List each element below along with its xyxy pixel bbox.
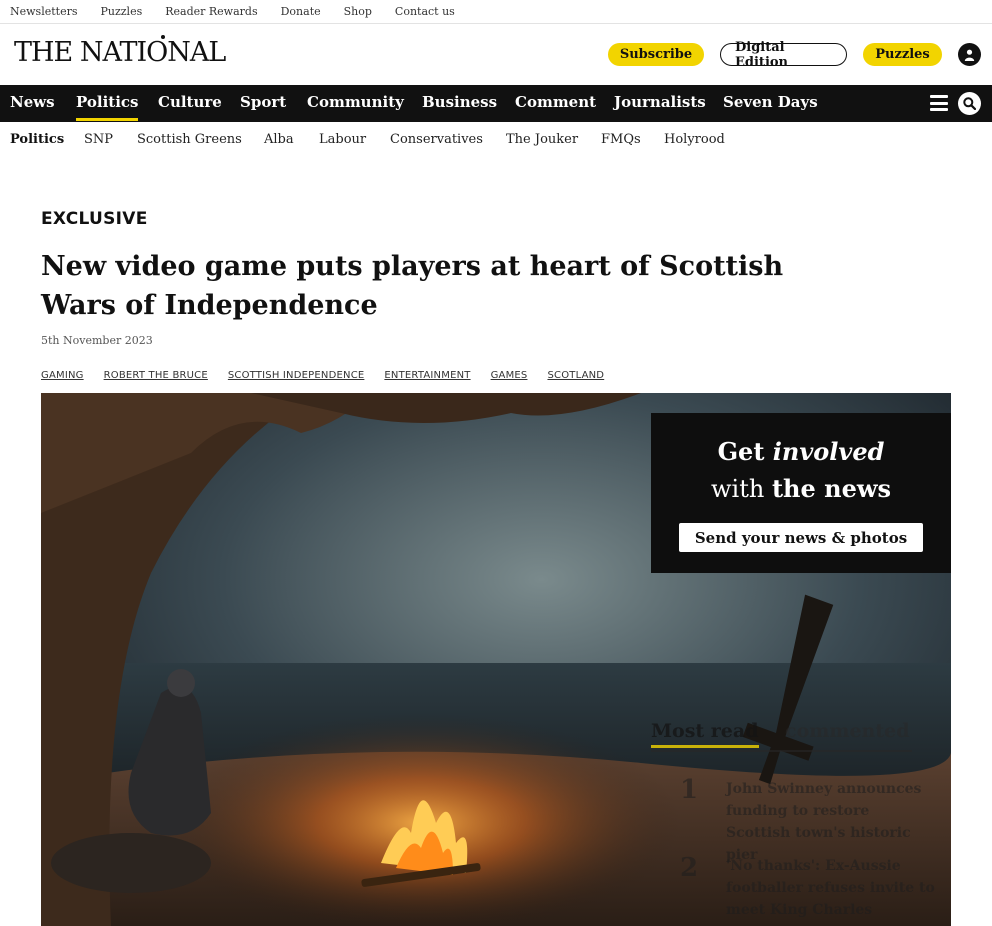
tag-games[interactable]: GAMES: [491, 370, 528, 381]
logo-text: THE NATIONAL: [14, 37, 226, 68]
promo-get: Get: [717, 437, 765, 466]
masthead: THE NATIONAL Subscribe Digital Edition P…: [0, 24, 992, 85]
masthead-actions: Subscribe Digital Edition Puzzles: [608, 40, 942, 70]
nav-item-culture[interactable]: Culture: [158, 93, 222, 111]
utility-link-donate[interactable]: Donate: [281, 5, 321, 18]
subnav-item-alba[interactable]: Alba: [264, 132, 294, 147]
utility-link-contact[interactable]: Contact us: [395, 5, 455, 18]
nav-item-sport[interactable]: Sport: [240, 93, 286, 111]
search-icon: [963, 97, 976, 110]
nav-item-journalists[interactable]: Journalists: [614, 93, 706, 111]
most-read-story-1[interactable]: John Swinney announces funding to restor…: [726, 778, 936, 866]
nav-item-news[interactable]: News: [10, 93, 55, 111]
tag-robert-the-bruce[interactable]: ROBERT THE BRUCE: [104, 370, 208, 381]
subnav-item-the-jouker[interactable]: The Jouker: [506, 132, 578, 147]
thistle-mark-icon: [161, 35, 165, 39]
utility-link-reader-rewards[interactable]: Reader Rewards: [165, 5, 257, 18]
sub-nav: Politics SNP Scottish Greens Alba Labour…: [0, 122, 992, 158]
tab-most-read[interactable]: Most read: [651, 720, 759, 748]
main-nav: News Politics Culture Sport Community Bu…: [0, 85, 992, 122]
site-logo[interactable]: THE NATIONAL: [14, 35, 248, 71]
menu-icon[interactable]: [930, 95, 948, 111]
tag-scotland[interactable]: SCOTLAND: [547, 370, 604, 381]
article-date: 5th November 2023: [41, 334, 153, 347]
nav-item-politics[interactable]: Politics: [76, 93, 139, 121]
search-button[interactable]: [958, 92, 981, 115]
digital-edition-button[interactable]: Digital Edition: [720, 40, 847, 70]
tag-scottish-independence[interactable]: SCOTTISH INDEPENDENCE: [228, 370, 365, 381]
subnav-item-labour[interactable]: Labour: [319, 132, 366, 147]
user-icon: [964, 49, 975, 61]
utility-bar: Newsletters Puzzles Reader Rewards Donat…: [0, 0, 992, 24]
subscribe-button[interactable]: Subscribe: [608, 43, 704, 66]
nav-item-comment[interactable]: Comment: [515, 93, 596, 111]
subnav-item-fmqs[interactable]: FMQs: [601, 132, 641, 147]
utility-link-shop[interactable]: Shop: [344, 5, 372, 18]
promo-involved: involved: [772, 437, 885, 466]
subnav-item-snp[interactable]: SNP: [84, 132, 113, 147]
tab-most-commented[interactable]: commented: [785, 720, 910, 742]
subnav-item-politics[interactable]: Politics: [10, 132, 64, 147]
promo-line-1: Get involved: [651, 437, 951, 466]
nav-item-business[interactable]: Business: [422, 93, 497, 111]
utility-link-puzzles[interactable]: Puzzles: [100, 5, 142, 18]
most-read-rank-1: 1: [680, 775, 699, 805]
most-read-tabs: Most read commented: [651, 720, 912, 752]
user-account-button[interactable]: [958, 43, 981, 66]
utility-link-newsletters[interactable]: Newsletters: [10, 5, 77, 18]
tag-entertainment[interactable]: ENTERTAINMENT: [384, 370, 470, 381]
nav-item-community[interactable]: Community: [307, 93, 404, 111]
subnav-item-holyrood[interactable]: Holyrood: [664, 132, 725, 147]
tag-gaming[interactable]: GAMING: [41, 370, 84, 381]
nav-item-seven-days[interactable]: Seven Days: [723, 93, 818, 111]
most-read-rank-2: 2: [680, 853, 699, 883]
article-tags: GAMING ROBERT THE BRUCE SCOTTISH INDEPEN…: [41, 370, 604, 381]
article-headline: New video game puts players at heart of …: [41, 251, 784, 321]
promo-line-2: with the news: [651, 474, 951, 503]
puzzles-button[interactable]: Puzzles: [863, 43, 942, 66]
most-read-story-2[interactable]: 'No thanks': Ex-Aussie footballer refuse…: [726, 855, 936, 921]
subnav-item-conservatives[interactable]: Conservatives: [390, 132, 483, 147]
subnav-item-scottish-greens[interactable]: Scottish Greens: [137, 132, 242, 147]
send-news-photos-button[interactable]: Send your news & photos: [679, 523, 923, 552]
promo-the-news: the news: [771, 474, 892, 503]
article-kicker: EXCLUSIVE: [41, 209, 148, 229]
promo-with: with: [710, 475, 765, 503]
get-involved-promo: Get involved with the news Send your new…: [651, 413, 951, 573]
